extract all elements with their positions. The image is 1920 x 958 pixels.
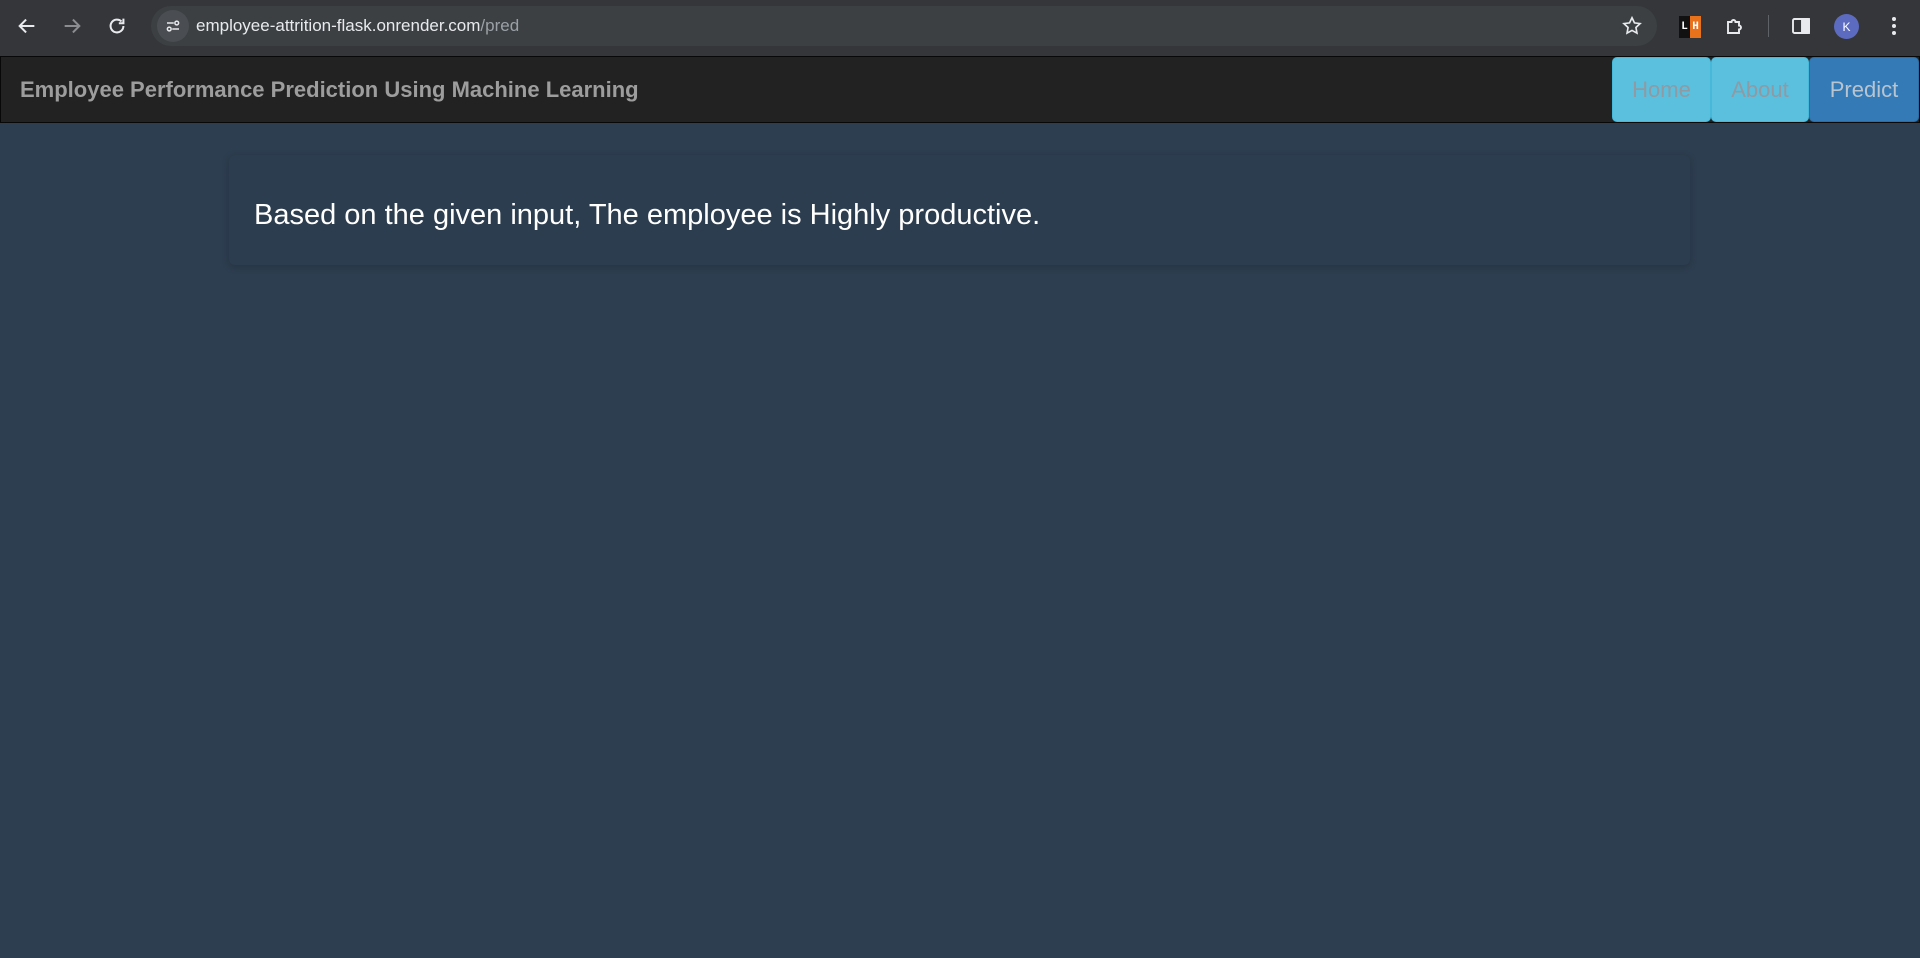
nav-about-button[interactable]: About xyxy=(1711,57,1809,122)
puzzle-icon[interactable] xyxy=(1722,13,1748,39)
browser-toolbar: employee-attrition-flask.onrender.com/pr… xyxy=(0,0,1920,56)
site-navbar: Employee Performance Prediction Using Ma… xyxy=(0,56,1920,123)
address-bar[interactable]: employee-attrition-flask.onrender.com/pr… xyxy=(151,6,1657,46)
lighthouse-extension-icon[interactable]: L H xyxy=(1679,16,1701,38)
nav-home-button[interactable]: Home xyxy=(1612,57,1711,122)
star-icon[interactable] xyxy=(1621,15,1643,37)
extension-badge-l: L xyxy=(1679,16,1690,38)
result-card: Based on the given input, The employee i… xyxy=(229,155,1690,265)
side-panel-icon[interactable] xyxy=(1788,13,1814,39)
prediction-result-text: Based on the given input, The employee i… xyxy=(254,199,1041,231)
avatar[interactable]: K xyxy=(1834,14,1859,39)
extension-badge-h: H xyxy=(1690,16,1701,38)
reload-icon[interactable] xyxy=(101,10,133,42)
toolbar-divider xyxy=(1768,15,1769,37)
nav-predict-button[interactable]: Predict xyxy=(1809,57,1919,122)
url-text[interactable]: employee-attrition-flask.onrender.com/pr… xyxy=(196,6,519,46)
nav-links: Home About Predict xyxy=(1612,57,1919,122)
forward-icon[interactable] xyxy=(56,10,88,42)
kebab-menu-icon[interactable] xyxy=(1881,13,1907,39)
site-brand[interactable]: Employee Performance Prediction Using Ma… xyxy=(20,57,639,122)
url-path: /pred xyxy=(480,16,520,35)
site-info-icon[interactable] xyxy=(157,10,189,42)
back-icon[interactable] xyxy=(11,10,43,42)
url-host: employee-attrition-flask.onrender.com xyxy=(196,16,481,35)
